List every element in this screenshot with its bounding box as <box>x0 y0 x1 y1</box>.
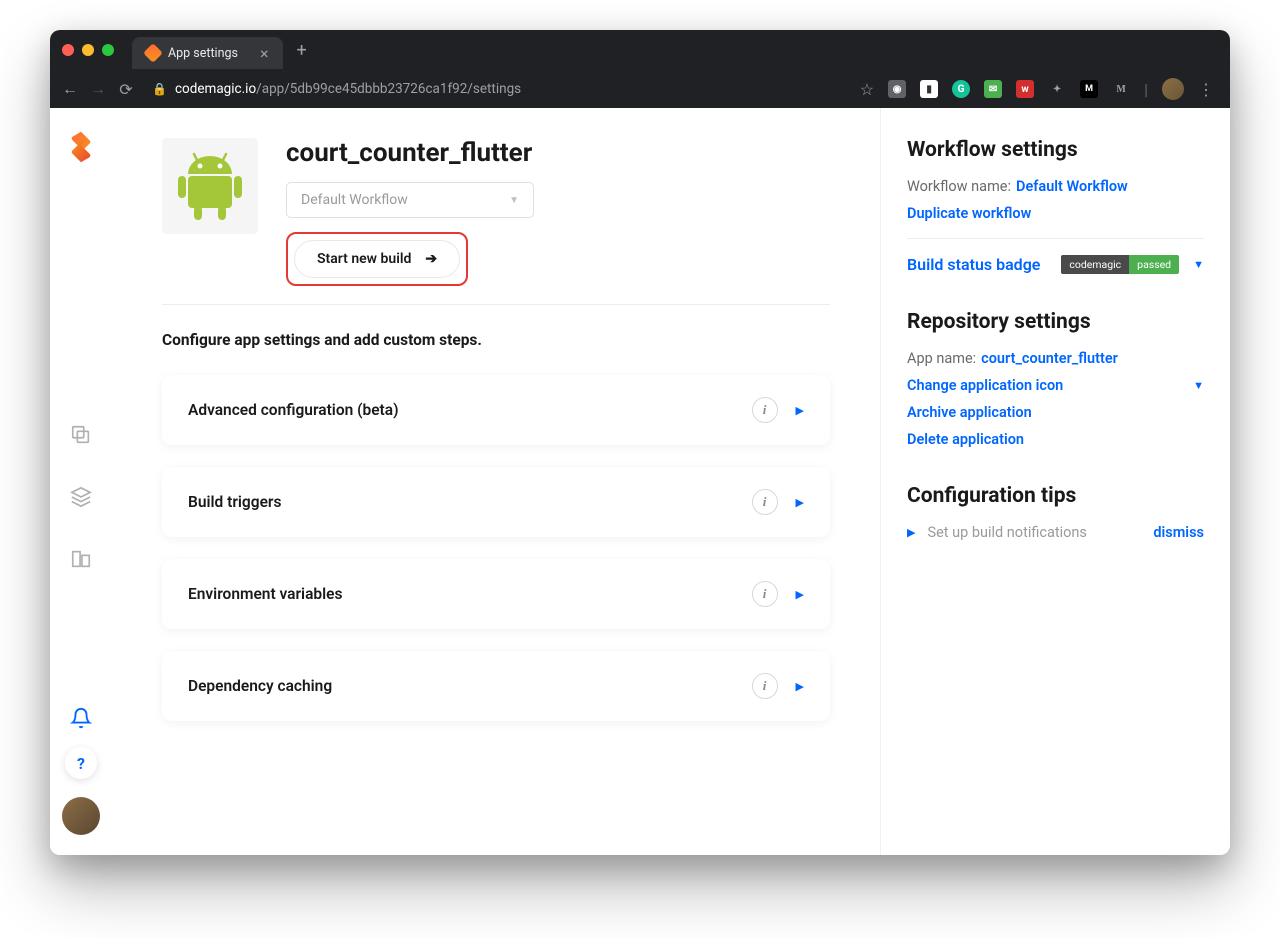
extension-icon[interactable]: ◉ <box>888 80 906 98</box>
codemagic-logo-icon[interactable] <box>64 130 98 164</box>
delete-app-link[interactable]: Delete application <box>907 431 1024 448</box>
card-dep-caching[interactable]: Dependency caching i ▶ <box>162 651 830 721</box>
workflow-select-value: Default Workflow <box>301 192 408 208</box>
duplicate-workflow-link[interactable]: Duplicate workflow <box>907 205 1031 222</box>
new-tab-button[interactable]: + <box>297 40 307 61</box>
builds-icon[interactable] <box>70 486 92 508</box>
status-badge: codemagic passed <box>1061 255 1179 274</box>
workflow-select[interactable]: Default Workflow ▼ <box>286 182 534 218</box>
card-title: Advanced configuration (beta) <box>188 401 399 419</box>
profile-avatar-icon[interactable] <box>1162 78 1184 100</box>
lock-icon: 🔒 <box>152 82 167 96</box>
workflow-name-link[interactable]: Default Workflow <box>1016 178 1128 195</box>
workflow-name-label: Workflow name: <box>907 178 1011 195</box>
app-name-label: App name: <box>907 350 976 367</box>
extension-icon[interactable]: M <box>1112 80 1130 98</box>
extension-icon[interactable]: M <box>1080 80 1098 98</box>
titlebar: App settings × + <box>50 30 1230 70</box>
right-sidebar: Workflow settings Workflow name: Default… <box>880 108 1230 855</box>
start-new-build-button[interactable]: Start new build ➔ <box>294 240 460 278</box>
star-icon[interactable]: ☆ <box>860 80 874 99</box>
chevron-down-icon: ▼ <box>509 195 519 206</box>
expand-icon: ▶ <box>796 588 804 601</box>
card-title: Environment variables <box>188 585 342 603</box>
expand-icon: ▶ <box>796 496 804 509</box>
archive-app-link[interactable]: Archive application <box>907 404 1032 421</box>
close-window-button[interactable] <box>62 44 74 56</box>
divider <box>162 304 830 305</box>
reload-button[interactable]: ⟳ <box>116 80 136 99</box>
info-icon[interactable]: i <box>752 397 778 423</box>
menu-icon[interactable]: ⋮ <box>1198 80 1214 99</box>
section-title: Configure app settings and add custom st… <box>162 331 830 349</box>
sidebar-bottom: ? <box>62 707 100 855</box>
badge-right: passed <box>1129 255 1179 274</box>
back-button[interactable]: ← <box>60 79 80 99</box>
app-icon <box>162 138 258 234</box>
config-tips-block: Configuration tips ▶ Set up build notifi… <box>907 484 1204 541</box>
info-icon[interactable]: i <box>752 581 778 607</box>
app-title: court_counter_flutter <box>286 138 830 168</box>
card-title: Dependency caching <box>188 677 332 695</box>
chevron-down-icon[interactable]: ▼ <box>1193 258 1204 271</box>
divider <box>907 238 1204 239</box>
info-icon[interactable]: i <box>752 489 778 515</box>
browser-tab[interactable]: App settings × <box>132 37 283 69</box>
start-build-label: Start new build <box>317 251 411 267</box>
page-content: ? court_counter_flutter Default Workflow… <box>50 108 1230 855</box>
build-status-badge-link[interactable]: Build status badge <box>907 255 1040 274</box>
minimize-window-button[interactable] <box>82 44 94 56</box>
extension-icon[interactable]: ✦ <box>1048 80 1066 98</box>
expand-icon: ▶ <box>796 680 804 693</box>
apps-icon[interactable] <box>70 424 92 446</box>
tip-text[interactable]: Set up build notifications <box>927 524 1141 541</box>
toolbar-right: ☆ ◉ ▮ G ✉ w ✦ M M | ⋮ <box>860 78 1220 100</box>
tab-title: App settings <box>168 46 238 61</box>
card-advanced-config[interactable]: Advanced configuration (beta) i ▶ <box>162 375 830 445</box>
maximize-window-button[interactable] <box>102 44 114 56</box>
change-icon-link[interactable]: Change application icon <box>907 377 1063 394</box>
url-path: /app/5db99ce45dbbb23726ca1f92/settings <box>256 81 521 97</box>
main-column: court_counter_flutter Default Workflow ▼… <box>112 108 880 855</box>
extension-icon[interactable]: G <box>952 80 970 98</box>
expand-icon: ▶ <box>796 404 804 417</box>
browser-window: App settings × + ← → ⟳ 🔒 codemagic.io/ap… <box>50 30 1230 855</box>
teams-icon[interactable] <box>70 548 92 570</box>
extension-icon[interactable]: ▮ <box>920 80 938 98</box>
close-tab-icon[interactable]: × <box>260 44 269 63</box>
app-name-link[interactable]: court_counter_flutter <box>981 350 1118 367</box>
config-tips-heading: Configuration tips <box>907 484 1204 508</box>
card-title: Build triggers <box>188 493 281 511</box>
tab-favicon-icon <box>143 43 163 63</box>
chevron-down-icon[interactable]: ▼ <box>1193 379 1204 392</box>
arrow-right-icon: ➔ <box>425 251 437 267</box>
left-sidebar: ? <box>50 108 112 855</box>
forward-button[interactable]: → <box>88 79 108 99</box>
start-build-highlight: Start new build ➔ <box>286 232 468 286</box>
address-bar: ← → ⟳ 🔒 codemagic.io/app/5db99ce45dbbb23… <box>50 70 1230 108</box>
notifications-icon[interactable] <box>70 707 92 729</box>
card-build-triggers[interactable]: Build triggers i ▶ <box>162 467 830 537</box>
repo-settings-heading: Repository settings <box>907 310 1204 334</box>
info-icon[interactable]: i <box>752 673 778 699</box>
dismiss-tip-link[interactable]: dismiss <box>1153 524 1204 541</box>
app-header: court_counter_flutter Default Workflow ▼… <box>162 138 830 286</box>
help-button[interactable]: ? <box>65 747 97 779</box>
sidebar-nav <box>70 424 92 570</box>
card-env-vars[interactable]: Environment variables i ▶ <box>162 559 830 629</box>
traffic-lights <box>62 44 114 56</box>
workflow-settings-block: Workflow settings Workflow name: Default… <box>907 138 1204 274</box>
repo-settings-block: Repository settings App name: court_coun… <box>907 310 1204 448</box>
url-host: codemagic.io <box>175 81 256 97</box>
workflow-settings-heading: Workflow settings <box>907 138 1204 162</box>
tip-arrow-icon: ▶ <box>907 526 915 539</box>
badge-left: codemagic <box>1061 255 1129 274</box>
separator: | <box>1144 80 1148 99</box>
user-avatar-icon[interactable] <box>62 797 100 835</box>
extension-icon[interactable]: ✉ <box>984 80 1002 98</box>
extension-icon[interactable]: w <box>1016 80 1034 98</box>
url-display[interactable]: 🔒 codemagic.io/app/5db99ce45dbbb23726ca1… <box>144 81 852 97</box>
